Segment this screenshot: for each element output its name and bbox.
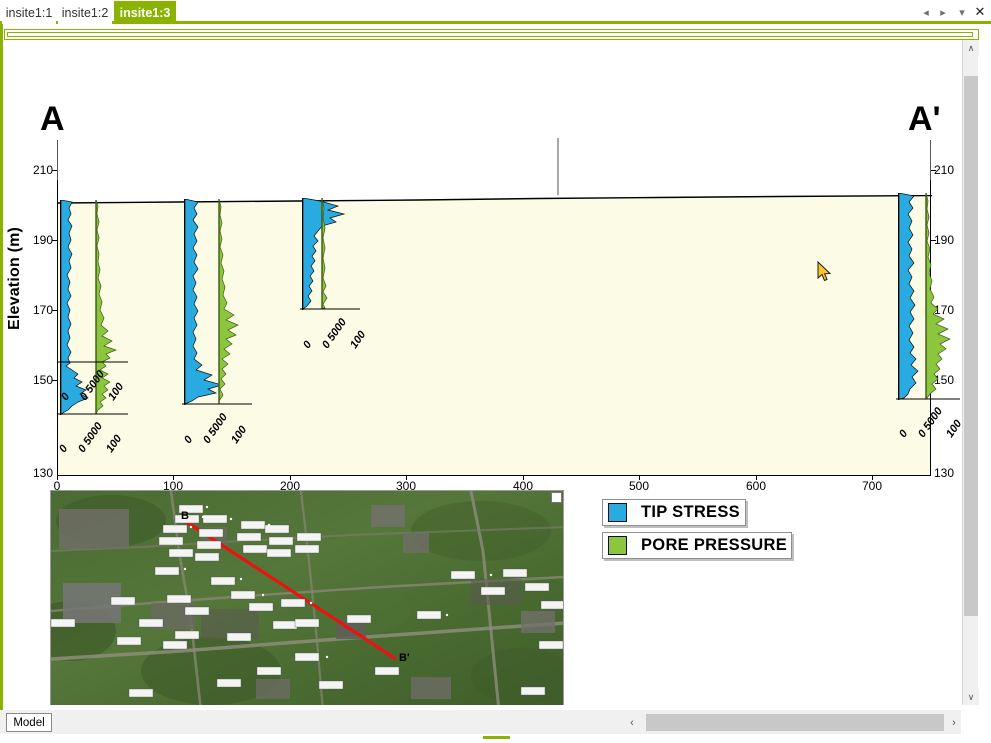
tab-label: insite1:3 (120, 6, 171, 20)
legend-label: PORE PRESSURE (641, 536, 787, 555)
model-tab[interactable]: Model (6, 713, 52, 732)
y-tick-label: 170 (33, 303, 53, 317)
window-left-border (0, 24, 3, 710)
x-axis (57, 475, 931, 476)
x-tick-label: 700 (862, 479, 882, 493)
section-start-label: A (40, 102, 65, 136)
section-start-tick (57, 140, 58, 180)
horizontal-scroll-thumb[interactable] (646, 714, 944, 731)
scroll-left-icon[interactable]: ‹ (624, 714, 640, 731)
cpt-log-2[interactable] (182, 199, 252, 405)
application-window: insite1:1 insite1:2 insite1:3 ◂ ▸ ▾ ✕ A … (0, 0, 991, 743)
drawing-canvas[interactable]: A A' Elevation (m) 210 190 170 150 (0, 40, 961, 705)
chevron-down-icon[interactable]: ▾ (954, 3, 970, 21)
y-tick-label: 130 (33, 466, 53, 480)
section-end-label: A' (908, 102, 941, 136)
aerial-photo: B B' (51, 491, 564, 705)
prev-arrow-glyph: ◂ (923, 6, 929, 19)
next-tab-icon[interactable]: ▸ (935, 3, 951, 21)
y-tick-label: 190 (33, 233, 53, 247)
map-resize-handle[interactable] (551, 492, 562, 503)
tab-insite1-3[interactable]: insite1:3 (114, 1, 176, 24)
scroll-up-glyph: ∧ (968, 43, 975, 54)
y-tick-label-right: 130 (934, 466, 954, 480)
tab-label: insite1:1 (6, 6, 53, 20)
model-tab-label: Model (13, 717, 44, 729)
bottom-accent-marker (483, 736, 510, 739)
scroll-left-glyph: ‹ (630, 717, 634, 729)
y-axis-label: Elevation (m) (6, 227, 24, 330)
legend-item-pore-pressure[interactable]: PORE PRESSURE (602, 532, 792, 559)
scroll-up-icon[interactable]: ∧ (963, 40, 979, 56)
vertical-scroll-thumb[interactable] (964, 76, 978, 616)
tab-insite1-2[interactable]: insite1:2 (58, 1, 112, 24)
scroll-right-glyph: › (952, 717, 956, 729)
mouse-cursor (817, 261, 833, 283)
cpt-log-3[interactable] (300, 198, 360, 310)
site-aerial-map[interactable]: B B' (50, 490, 564, 705)
y-tick-label-right: 210 (934, 163, 954, 177)
vertical-scrollbar[interactable]: ∧ ∨ (962, 40, 978, 705)
pore-pressure-swatch-icon (608, 536, 627, 555)
cpt-log-4-axis-max: 100 (944, 418, 961, 440)
x-tick-label: 500 (629, 479, 649, 493)
legend-label: TIP STRESS (641, 503, 740, 522)
chevron-down-glyph: ▾ (959, 6, 965, 19)
close-glyph: ✕ (975, 4, 986, 20)
legend-item-tip-stress[interactable]: TIP STRESS (602, 499, 746, 526)
tip-stress-swatch-icon (608, 503, 627, 522)
tab-bar: insite1:1 insite1:2 insite1:3 ◂ ▸ ▾ ✕ (0, 0, 991, 24)
x-tick-label: 600 (746, 479, 766, 493)
svg-text:B: B (181, 510, 189, 522)
cpt-log-4[interactable] (896, 193, 960, 400)
tab-label: insite1:2 (62, 6, 109, 20)
prev-tab-icon[interactable]: ◂ (918, 3, 934, 21)
scroll-down-glyph: ∨ (968, 692, 975, 703)
scroll-right-icon[interactable]: › (946, 714, 962, 731)
svg-text:B': B' (399, 652, 410, 664)
close-icon[interactable]: ✕ (972, 3, 988, 21)
scroll-down-icon[interactable]: ∨ (963, 689, 979, 705)
horizontal-scrollbar-area[interactable]: ‹ › (0, 710, 961, 734)
title-rule-inner (7, 32, 973, 37)
next-arrow-glyph: ▸ (940, 6, 946, 19)
section-end-tick (930, 140, 931, 180)
tab-insite1-1[interactable]: insite1:1 (2, 1, 56, 24)
y-tick-label: 150 (33, 373, 53, 387)
y-tick-label: 210 (33, 163, 53, 177)
